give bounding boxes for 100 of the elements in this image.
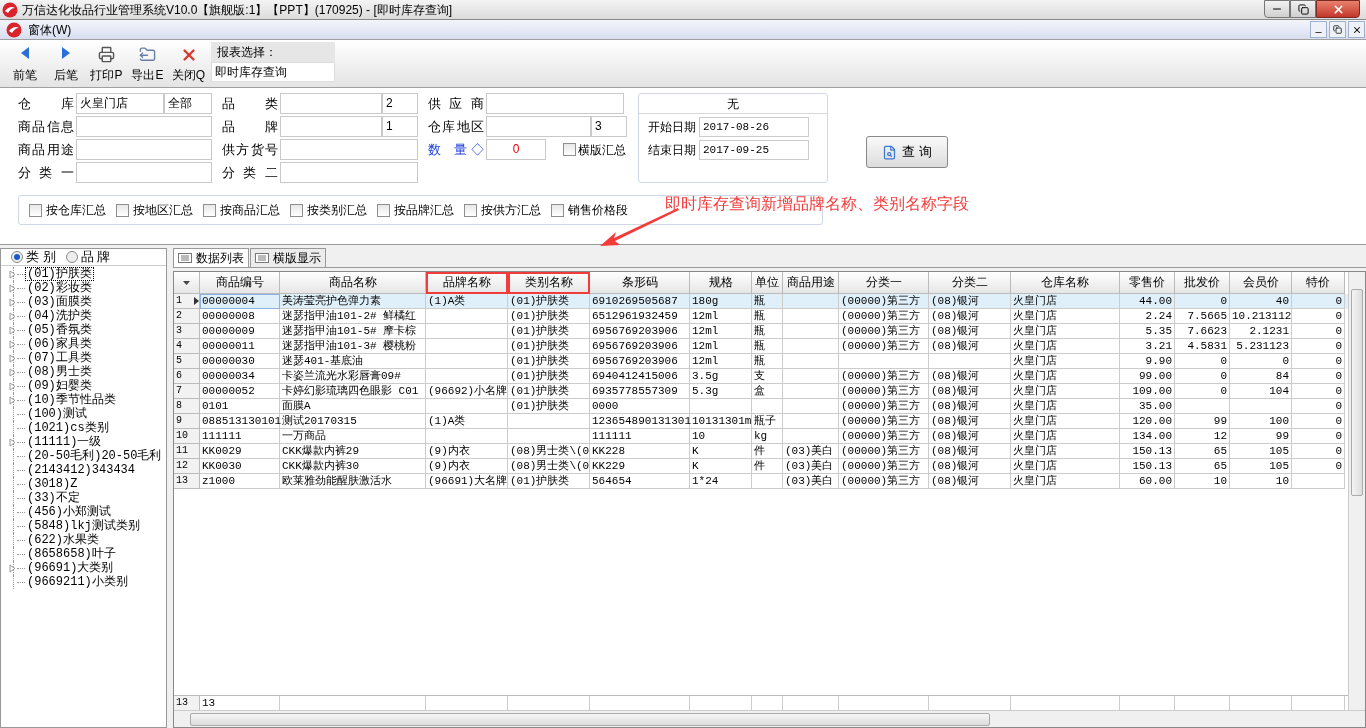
date-field[interactable]: 2017-09-25 [699, 140, 809, 160]
radio-button[interactable] [11, 251, 23, 263]
input-field[interactable]: 0 [486, 139, 546, 160]
column-header[interactable]: 分类二 [929, 272, 1011, 294]
table-row[interactable]: 6 00000034 卡姿兰流光水彩唇膏09# (01)护肤类 6940412415006 3.5g 支 (00000)第三方 (08)银河 火皇门店 99.00 0 84 0 [174, 369, 1348, 384]
expand-arrow-icon[interactable] [9, 563, 16, 573]
checkbox[interactable] [464, 203, 477, 217]
menu-item[interactable]: 窗体(W) [26, 20, 74, 39]
tree-item[interactable]: (9669211)小类别 [25, 575, 130, 589]
input-field[interactable] [76, 139, 212, 160]
expand-arrow-icon[interactable] [9, 437, 16, 447]
checkbox[interactable] [290, 203, 303, 217]
input-field[interactable] [280, 116, 382, 137]
input-field[interactable]: 3 [591, 116, 627, 137]
tree-item[interactable]: (05)香氛类 [25, 323, 94, 337]
input-field[interactable] [486, 116, 591, 137]
column-header[interactable]: 仓库名称 [1011, 272, 1120, 294]
input-field[interactable]: 火皇门店 [76, 93, 164, 114]
tree-item[interactable]: (8658658)叶子 [25, 547, 118, 561]
toolbar-button[interactable]: 后笔 [45, 44, 86, 84]
tree-item[interactable]: (03)面膜类 [25, 295, 94, 309]
tab[interactable]: 数据列表 [173, 248, 249, 267]
table-row[interactable]: 8 0101 面膜A (01)护肤类 0000 (00000)第三方 (08)银河 火皇门店 35.00 0 [174, 399, 1348, 414]
table-row[interactable]: 2 00000008 迷瑟指甲油101-2# 鲜橘红 (01)护肤类 6512961932459 12ml 瓶 (00000)第三方 (08)银河 火皇门店 2.24 7.5665 10.213112 0 [174, 309, 1348, 324]
column-header[interactable]: 商品编号 [200, 272, 280, 294]
input-field[interactable] [280, 139, 418, 160]
column-header[interactable]: 特价 [1292, 272, 1345, 294]
minimize-button[interactable] [1264, 0, 1290, 18]
date-field[interactable]: 2017-08-26 [699, 117, 809, 137]
vertical-scrollbar[interactable] [1348, 272, 1365, 710]
tree-item[interactable]: (5848)lkj测试类别 [25, 519, 142, 533]
column-header[interactable]: 分类一 [839, 272, 929, 294]
input-field[interactable] [76, 162, 212, 183]
table-row[interactable]: 11 KK0029 CKK爆款内裤29 (9)内衣 (08)男士类\(0 KK228 K 件 (03)美白 (00000)第三方 (08)银河 火皇门店 150.13 65 105 0 [174, 444, 1348, 459]
input-field[interactable] [280, 162, 418, 183]
checkbox[interactable] [203, 203, 216, 217]
toolbar-button[interactable]: 前笔 [4, 44, 45, 84]
toolbar-button[interactable]: 关闭Q [168, 44, 209, 84]
tree-item[interactable]: (10)季节性品类 [25, 393, 118, 407]
column-header[interactable]: 批发价 [1175, 272, 1230, 294]
tree-item[interactable]: (1021)cs类别 [25, 421, 111, 435]
close-button[interactable] [1316, 0, 1360, 18]
tree-item[interactable]: (622)水果类 [25, 533, 101, 547]
input-field[interactable] [486, 93, 624, 114]
tree-item[interactable]: (02)彩妆类 [25, 281, 94, 295]
query-button[interactable]: 查 询 [866, 136, 948, 168]
tree-item[interactable]: (06)家具类 [25, 337, 94, 351]
restore-button[interactable] [1329, 21, 1346, 38]
table-row[interactable]: 1 00000004 美涛莹亮护色弹力素 (1)A类 (01)护肤类 6910269505687 180g 瓶 (00000)第三方 (08)银河 火皇门店 44.00 0 40 0 [174, 294, 1348, 309]
restore-button[interactable] [1290, 0, 1316, 18]
column-header[interactable]: 商品名称 [280, 272, 426, 294]
column-header[interactable]: 品牌名称 [426, 272, 508, 294]
column-menu-button[interactable] [174, 272, 200, 294]
tree-item[interactable]: (07)工具类 [25, 351, 94, 365]
table-row[interactable]: 7 00000052 卡婷幻影琉璃四色眼影 C01 (96692)小名牌 (01)护肤类 6935778557309 5.3g 盒 (00000)第三方 (08)银河 火皇门店 109.00 0 104 0 [174, 384, 1348, 399]
column-header[interactable]: 单位 [752, 272, 783, 294]
toolbar-button[interactable]: 导出E [127, 44, 168, 84]
scrollbar-thumb[interactable] [1351, 289, 1363, 496]
tree-item[interactable]: (20-50毛利)20-50毛利 [25, 449, 164, 463]
table-row[interactable]: 9 088513130101测试20170315 (1)A类 12365489013130110131301m 瓶子 (00000)第三方 (08)银河 火皇门店 120.00 99 100 0 [174, 414, 1348, 429]
tree-item[interactable]: (100)测试 [25, 407, 89, 421]
checkbox[interactable] [551, 203, 564, 217]
table-row[interactable]: 13 z1000 欧莱雅劲能醒肤激活水 (96691)大名牌 (01)护肤类 564654 1*24 (03)美白 (00000)第三方 (08)银河 火皇门店 60.00 10 10 [174, 474, 1348, 489]
checkbox[interactable] [116, 203, 129, 217]
column-header[interactable]: 规格 [690, 272, 752, 294]
column-header[interactable]: 会员价 [1230, 272, 1292, 294]
input-field[interactable]: 全部 [164, 93, 212, 114]
tab[interactable]: 横版显示 [250, 248, 326, 267]
table-row[interactable]: 3 00000009 迷瑟指甲油101-5# 摩卡棕 (01)护肤类 6956769203906 12ml 瓶 (00000)第三方 (08)银河 火皇门店 5.35 7.6623 2.1231 0 [174, 324, 1348, 339]
column-header[interactable]: 零售价 [1120, 272, 1175, 294]
tree-item[interactable]: (456)小郑测试 [25, 505, 113, 519]
checkbox[interactable] [377, 203, 390, 217]
tree-item[interactable]: (2143412)343434 [25, 463, 138, 477]
tree-item[interactable]: (04)洗护类 [25, 309, 94, 323]
tree-item[interactable]: (96691)大类别 [25, 561, 116, 575]
input-field[interactable]: 1 [382, 116, 418, 137]
table-row[interactable]: 10 111111 一万商品 111111 10 kg (00000)第三方 (08)银河 火皇门店 134.00 12 99 0 [174, 429, 1348, 444]
checkbox[interactable] [563, 143, 576, 156]
input-field[interactable] [280, 93, 382, 114]
scrollbar-thumb[interactable] [190, 712, 990, 726]
table-row[interactable]: 12 KK0030 CKK爆款内裤30 (9)内衣 (08)男士类\(0 KK229 K 件 (03)美白 (00000)第三方 (08)银河 火皇门店 150.13 65 105 0 [174, 459, 1348, 474]
input-field[interactable] [76, 116, 212, 137]
toolbar-button[interactable]: 打印P [86, 44, 127, 84]
close-button[interactable] [1348, 21, 1365, 38]
column-header[interactable]: 条形码 [590, 272, 690, 294]
tree-item[interactable]: (08)男士类 [25, 365, 94, 379]
tree-item[interactable]: (3018)Z [25, 477, 80, 491]
table-row[interactable]: 4 00000011 迷瑟指甲油101-3# 樱桃粉 (01)护肤类 6956769203906 12ml 瓶 (00000)第三方 (08)银河 火皇门店 3.21 4.5831 5.231123 0 [174, 339, 1348, 354]
input-field[interactable]: 2 [382, 93, 418, 114]
report-select[interactable]: 即时库存查询 [211, 62, 335, 82]
radio-button[interactable] [65, 251, 78, 263]
tree-item[interactable]: (01)护肤类 [25, 267, 94, 281]
horizontal-scrollbar[interactable] [174, 710, 1365, 727]
tree-item[interactable]: (11111)一级 [25, 435, 104, 449]
table-row[interactable]: 5 00000030 迷瑟401-基底油 (01)护肤类 6956769203906 12ml 瓶 火皇门店 9.90 0 0 0 [174, 354, 1348, 369]
tree-item[interactable]: (33)不定 [25, 491, 82, 505]
column-header[interactable]: 商品用途 [783, 272, 839, 294]
tree-item[interactable]: (09)妇婴类 [25, 379, 94, 393]
checkbox[interactable] [29, 203, 42, 217]
column-header[interactable]: 类别名称 [508, 272, 590, 294]
